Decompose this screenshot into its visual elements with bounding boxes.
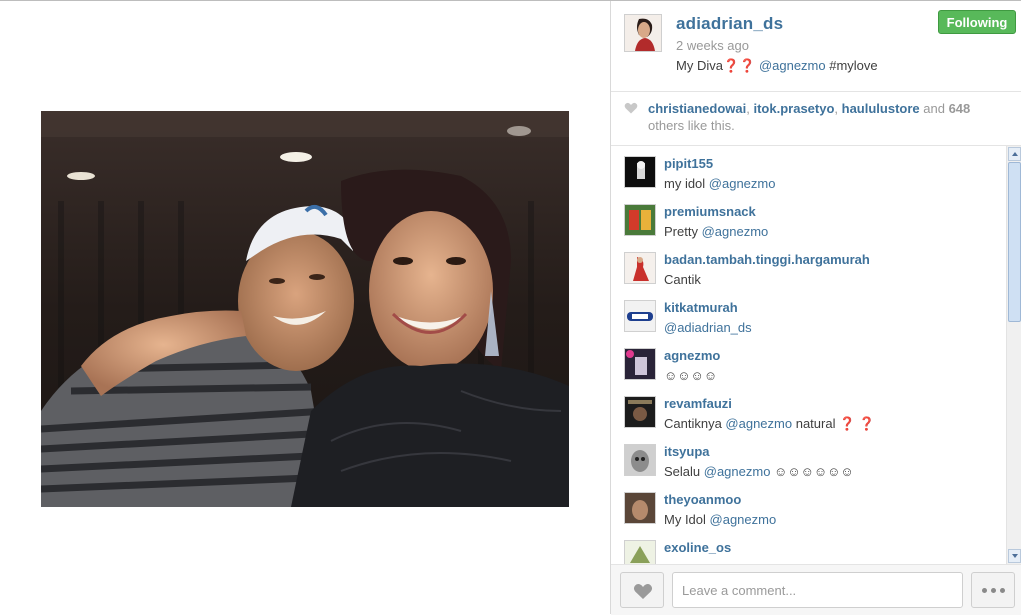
commenter-avatar[interactable] <box>624 204 656 236</box>
likes-suffix: others like this. <box>648 118 735 133</box>
caption-hashtag[interactable]: #mylove <box>826 58 877 73</box>
comment-item: kitkatmurah @adiadrian_ds <box>611 294 1006 342</box>
comment-mention[interactable]: @agnezmo <box>725 416 792 431</box>
commenter-avatar[interactable] <box>624 300 656 332</box>
comment-item: agnezmo ☺☺☺☺ <box>611 342 1006 390</box>
commenter-username[interactable]: itsyupa <box>664 444 710 459</box>
heart-icon <box>633 584 653 599</box>
comment-footer <box>611 564 1021 615</box>
scroll-up-arrow-icon[interactable] <box>1008 147 1021 161</box>
commenter-username[interactable]: theyoanmoo <box>664 492 741 507</box>
comment-item: pipit155 my idol @agnezmo <box>611 150 1006 198</box>
commenter-username[interactable]: kitkatmurah <box>664 300 738 315</box>
comment-body: ☺☺☺☺ <box>664 368 718 383</box>
likes-and: and <box>919 101 949 116</box>
commenter-avatar[interactable] <box>624 444 656 476</box>
liker-link[interactable]: itok.prasetyo <box>753 101 834 116</box>
heart-icon <box>624 102 638 114</box>
scroll-thumb[interactable] <box>1008 162 1021 322</box>
comment-trailing: natural ❓ ❓ <box>792 416 876 431</box>
more-dots-icon <box>1000 588 1005 593</box>
commenter-username[interactable]: revamfauzi <box>664 396 732 411</box>
comment-text: my idol @agnezmo <box>664 176 775 191</box>
comment-text: My Idol @agnezmo <box>664 512 776 527</box>
photo-area <box>0 1 610 614</box>
following-button[interactable]: Following <box>938 10 1016 34</box>
post-photo[interactable] <box>41 111 569 507</box>
like-button[interactable] <box>620 572 664 608</box>
comment-item: exoline_os ☺☺ <box>611 534 1006 564</box>
likes-separator: , <box>834 101 842 116</box>
comment-item: badan.tambah.tinggi.hargamurah Cantik <box>611 246 1006 294</box>
likes-count[interactable]: 648 <box>949 101 971 116</box>
owner-username[interactable]: adiadrian_ds <box>676 14 783 34</box>
commenter-username[interactable]: premiumsnack <box>664 204 756 219</box>
comment-mention[interactable]: @agnezmo <box>710 512 777 527</box>
comments-scrollbar[interactable] <box>1006 146 1021 564</box>
commenter-avatar[interactable] <box>624 156 656 188</box>
comment-mention[interactable]: @agnezmo <box>709 176 776 191</box>
comment-body: Cantik <box>664 272 701 287</box>
post-timestamp[interactable]: 2 weeks ago <box>676 38 749 53</box>
comment-text: Cantik <box>664 272 701 287</box>
commenter-avatar[interactable] <box>624 252 656 284</box>
comment-body: Pretty <box>664 224 702 239</box>
comment-text: @adiadrian_ds <box>664 320 752 335</box>
comment-body: my idol <box>664 176 709 191</box>
comment-text: Cantiknya @agnezmo natural ❓ ❓ <box>664 416 875 432</box>
post-caption: My Diva❓❓ @agnezmo #mylove <box>676 58 878 74</box>
comment-item: revamfauzi Cantiknya @agnezmo natural ❓ … <box>611 390 1006 438</box>
comment-body: Selalu <box>664 464 704 479</box>
caption-text: My Diva❓❓ <box>676 58 759 73</box>
liker-link[interactable]: haululustore <box>842 101 920 116</box>
comment-text: Pretty @agnezmo <box>664 224 768 239</box>
comment-mention[interactable]: @agnezmo <box>704 464 771 479</box>
post-sidebar: adiadrian_ds 2 weeks ago My Diva❓❓ @agne… <box>610 1 1021 615</box>
comment-input[interactable] <box>672 572 963 608</box>
commenter-username[interactable]: agnezmo <box>664 348 720 363</box>
comment-body: Cantiknya <box>664 416 726 431</box>
likes-text: christianedowai, itok.prasetyo, haululus… <box>648 100 1008 134</box>
commenter-username[interactable]: exoline_os <box>664 540 731 555</box>
comment-mention[interactable]: @agnezmo <box>702 224 769 239</box>
comment-body: My Idol <box>664 512 710 527</box>
commenter-username[interactable]: badan.tambah.tinggi.hargamurah <box>664 252 870 267</box>
comment-list: pipit155 my idol @agnezmo premiumsnack P… <box>611 146 1006 564</box>
post-header: adiadrian_ds 2 weeks ago My Diva❓❓ @agne… <box>611 1 1021 92</box>
comment-item: itsyupa Selalu @agnezmo ☺☺☺☺☺☺ <box>611 438 1006 486</box>
scroll-down-arrow-icon[interactable] <box>1008 549 1021 563</box>
comment-text: Selalu @agnezmo ☺☺☺☺☺☺ <box>664 464 854 479</box>
more-options-button[interactable] <box>971 572 1015 608</box>
comment-mention[interactable]: @adiadrian_ds <box>664 320 752 335</box>
commenter-avatar[interactable] <box>624 348 656 380</box>
more-dots-icon <box>982 588 987 593</box>
commenter-avatar[interactable] <box>624 492 656 524</box>
comment-text: ☺☺☺☺ <box>664 368 717 383</box>
commenter-avatar[interactable] <box>624 540 656 564</box>
likes-summary: christianedowai, itok.prasetyo, haululus… <box>611 91 1021 146</box>
comment-item: premiumsnack Pretty @agnezmo <box>611 198 1006 246</box>
owner-avatar[interactable] <box>624 14 662 52</box>
caption-mention[interactable]: @agnezmo <box>759 58 826 73</box>
commenter-username[interactable]: pipit155 <box>664 156 713 171</box>
commenter-avatar[interactable] <box>624 396 656 428</box>
comment-item: theyoanmoo My Idol @agnezmo <box>611 486 1006 534</box>
comment-trailing: ☺☺☺☺☺☺ <box>770 464 854 479</box>
liker-link[interactable]: christianedowai <box>648 101 746 116</box>
more-dots-icon <box>991 588 996 593</box>
